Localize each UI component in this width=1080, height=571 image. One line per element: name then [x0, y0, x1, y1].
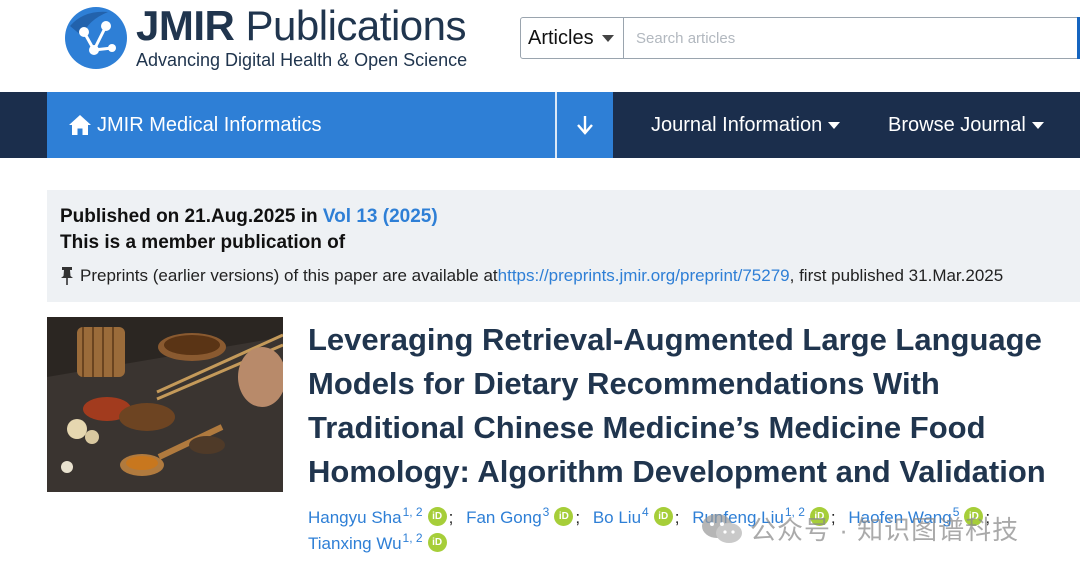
caret-down-icon — [1031, 121, 1044, 129]
journal-information-menu[interactable]: Journal Information — [651, 92, 841, 158]
journal-information-label: Journal Information — [651, 113, 823, 136]
brand-name: JMIR Publications — [136, 2, 467, 49]
caret-down-icon — [828, 121, 841, 129]
journal-name: JMIR Medical Informatics — [97, 113, 322, 136]
browse-journal-menu[interactable]: Browse Journal — [888, 92, 1044, 158]
journal-dropdown-button[interactable] — [557, 92, 613, 158]
journal-home-link[interactable]: JMIR Medical Informatics — [47, 92, 555, 158]
jmir-logo-icon — [65, 6, 127, 69]
author-item[interactable]: Fan Gong 3 iD — [466, 505, 574, 531]
search-type-label: Articles — [528, 26, 594, 49]
caret-down-icon — [601, 34, 614, 42]
published-date: Published on 21.Aug.2025 in Vol 13 (2025… — [60, 206, 438, 227]
preprint-notice: Preprints (earlier versions) of this pap… — [60, 266, 1003, 286]
member-publication: This is a member publication of — [60, 232, 346, 253]
search-bar: Articles — [520, 17, 1080, 59]
orcid-icon[interactable]: iD — [554, 507, 574, 526]
wechat-icon — [702, 513, 742, 543]
preprint-link[interactable]: https://preprints.jmir.org/preprint/7527… — [498, 266, 790, 286]
search-type-select[interactable]: Articles — [520, 17, 624, 59]
browse-journal-label: Browse Journal — [888, 113, 1026, 136]
orcid-icon[interactable]: iD — [427, 507, 447, 526]
author-item[interactable]: Bo Liu 4 iD — [593, 505, 673, 531]
orcid-icon[interactable]: iD — [653, 507, 673, 526]
article-thumbnail[interactable] — [47, 317, 283, 492]
watermark-text: 公众号 · 知识图谱科技 — [750, 515, 1020, 545]
author-item[interactable]: Tianxing Wu 1, 2 iD — [308, 531, 447, 557]
brand-tagline: Advancing Digital Health & Open Science — [136, 50, 468, 70]
search-input[interactable] — [624, 17, 1080, 59]
pushpin-icon — [61, 267, 73, 285]
watermark: 公众号 · 知识图谱科技 — [700, 510, 1019, 547]
arrow-down-icon — [577, 116, 593, 135]
volume-link[interactable]: Vol 13 (2025) — [323, 206, 438, 227]
author-item[interactable]: Hangyu Sha 1, 2 iD — [308, 505, 447, 531]
home-icon — [69, 115, 91, 135]
publication-info: Published on 21.Aug.2025 in Vol 13 (2025… — [47, 190, 1080, 302]
article-title: Leveraging Retrieval-Augmented Large Lan… — [308, 322, 1046, 489]
thumbnail-image — [47, 317, 283, 492]
main-nav: JMIR Medical Informatics Journal Informa… — [0, 92, 1080, 158]
orcid-icon[interactable]: iD — [427, 533, 447, 552]
site-logo[interactable]: JMIR Publications Advancing Digital Heal… — [64, 4, 467, 71]
